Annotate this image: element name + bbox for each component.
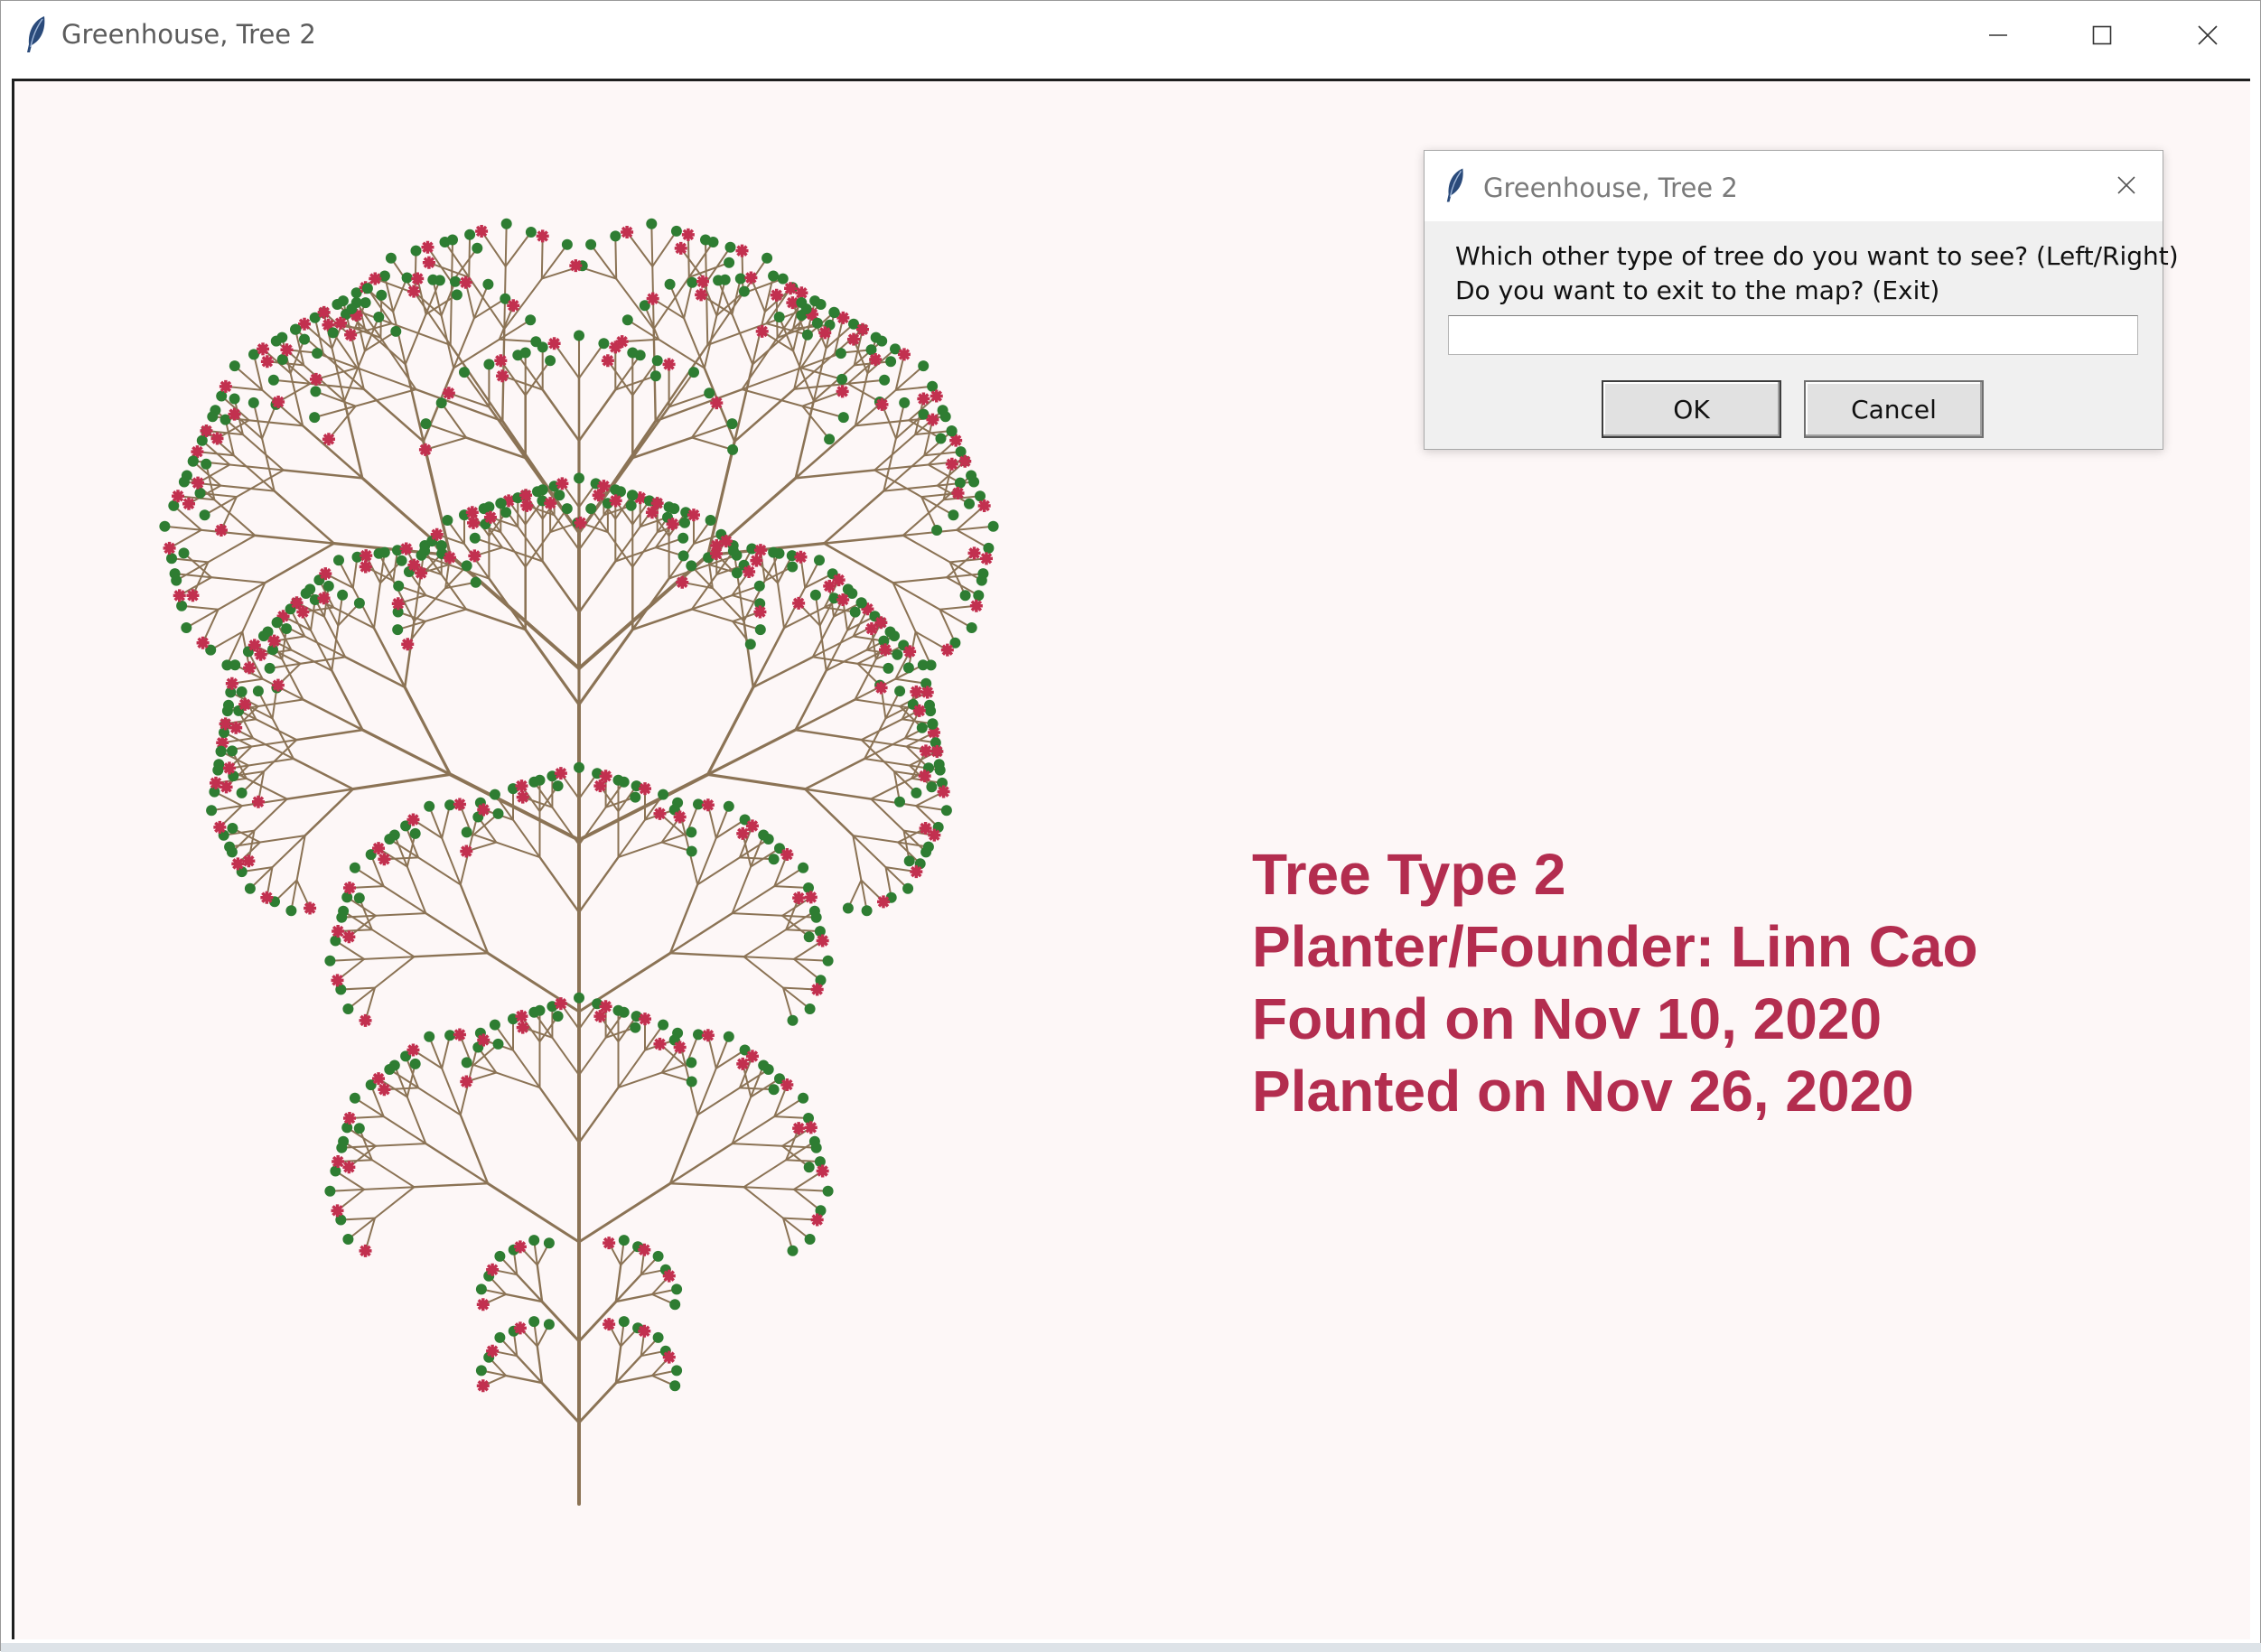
tree-type-label: Tree Type 2 — [1252, 842, 1566, 907]
dialog-title-bar[interactable]: Greenhouse, Tree 2 — [1425, 151, 2163, 221]
window-title: Greenhouse, Tree 2 — [61, 19, 316, 50]
close-button[interactable] — [2155, 1, 2260, 70]
close-icon — [2198, 25, 2218, 45]
feather-icon — [27, 16, 45, 52]
feather-icon — [1446, 168, 1463, 202]
maximize-button[interactable] — [2050, 1, 2154, 70]
ok-button[interactable]: OK — [1602, 380, 1781, 438]
found-date-label: Found on Nov 10, 2020 — [1252, 986, 1883, 1051]
cancel-button[interactable]: Cancel — [1804, 380, 1984, 438]
maximize-icon — [2092, 25, 2112, 45]
minimize-icon — [1989, 34, 2007, 36]
tree-branches — [164, 222, 995, 1506]
minimize-button[interactable] — [1946, 1, 2051, 70]
planter-label: Planter/Founder: Linn Cao — [1252, 914, 1978, 979]
input-dialog: Greenhouse, Tree 2 Which other type of t… — [1424, 150, 2179, 450]
prompt-line-1: Which other type of tree do you want to … — [1455, 241, 2179, 271]
dialog-close-button[interactable] — [2107, 165, 2146, 205]
title-bar[interactable]: Greenhouse, Tree 2 — [1, 1, 2260, 70]
close-icon — [2117, 176, 2135, 194]
tree-info: Tree Type 2 Planter/Founder: Linn Cao Fo… — [1252, 838, 1978, 1127]
dialog-title: Greenhouse, Tree 2 — [1483, 173, 1738, 203]
dialog-prompt: Which other type of tree do you want to … — [1455, 239, 2179, 308]
answer-input[interactable] — [1448, 315, 2138, 355]
prompt-line-2: Do you want to exit to the map? (Exit) — [1455, 275, 1940, 305]
planted-date-label: Planted on Nov 26, 2020 — [1252, 1059, 1914, 1124]
